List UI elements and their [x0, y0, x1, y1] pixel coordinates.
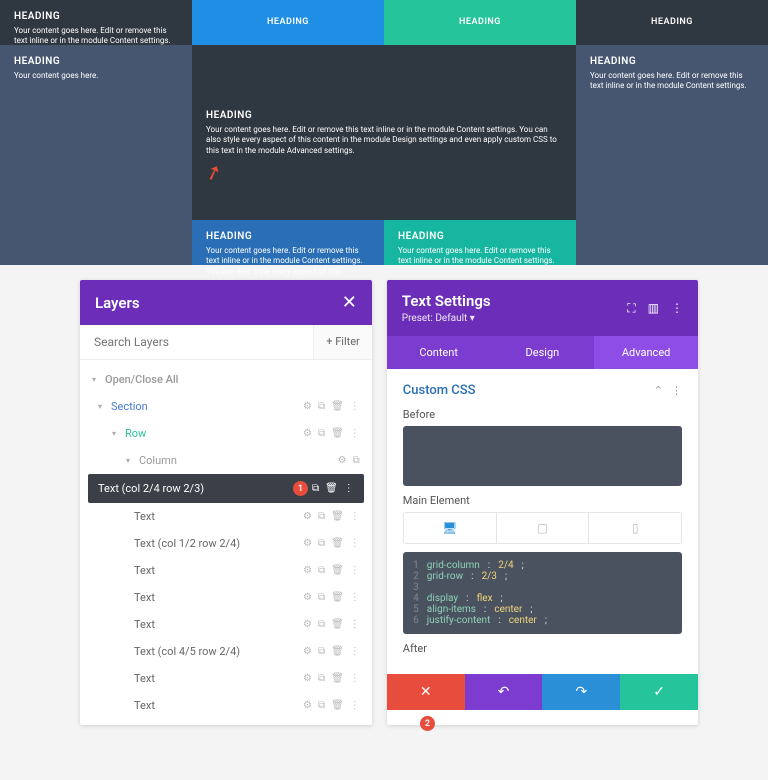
open-close-all[interactable]: ▾Open/Close All: [80, 366, 372, 393]
layers-title: Layers: [95, 294, 140, 312]
grid-cell: HEADINGYour content goes here. Edit or r…: [576, 45, 768, 220]
tree-text[interactable]: Text⚙⧉🗑⋮: [80, 557, 372, 584]
main-element-label: Main Element: [403, 494, 682, 507]
custom-css-heading: Custom CSS: [403, 383, 476, 398]
gear-icon[interactable]: ⚙: [338, 455, 347, 466]
cancel-button[interactable]: ✕: [387, 674, 465, 710]
tree-text[interactable]: Text⚙⧉🗑⋮: [80, 584, 372, 611]
duplicate-icon[interactable]: ⧉: [318, 428, 325, 439]
duplicate-icon[interactable]: ⧉: [312, 483, 319, 494]
redo-button[interactable]: ↷: [542, 674, 620, 710]
badge-1: 1: [293, 481, 308, 496]
tree-text[interactable]: Text (col 1/2 row 2/4)⚙⧉🗑⋮: [80, 530, 372, 557]
more-icon[interactable]: ⋮: [671, 301, 683, 316]
undo-button[interactable]: ↶: [465, 674, 543, 710]
settings-title: Text Settings: [402, 292, 491, 310]
tab-advanced[interactable]: Advanced: [594, 336, 698, 369]
tree-section[interactable]: ▾Section⚙⧉🗑⋮: [80, 393, 372, 420]
trash-icon[interactable]: 🗑: [331, 428, 344, 439]
main-element-editor[interactable]: 1grid-column: 2/4; 2grid-row: 2/3; 3 4di…: [403, 552, 682, 634]
layers-header: Layers ✕: [80, 280, 372, 325]
device-tablet[interactable]: ▢: [497, 513, 590, 543]
badge-2: 2: [420, 716, 435, 731]
tree-text[interactable]: Text (col 4/5 row 2/4)⚙⧉🗑⋮: [80, 638, 372, 665]
duplicate-icon[interactable]: ⧉: [318, 401, 325, 412]
after-label: After: [403, 642, 682, 655]
tab-content[interactable]: Content: [387, 336, 491, 369]
grid-cell: HEADING: [192, 0, 384, 45]
grid-cell: HEADINGYour content goes here. Edit or r…: [384, 220, 576, 265]
before-editor[interactable]: [403, 426, 682, 486]
preview-grid: HEADINGYour content goes here. Edit or r…: [0, 0, 768, 265]
trash-icon[interactable]: 🗑: [331, 401, 344, 412]
gear-icon[interactable]: ⚙: [303, 401, 312, 412]
duplicate-icon[interactable]: ⧉: [353, 455, 360, 466]
tree-text[interactable]: Text⚙⧉🗑⋮: [80, 665, 372, 692]
layer-tree: ▾Open/Close All ▾Section⚙⧉🗑⋮ ▾Row⚙⧉🗑⋮ ▾C…: [80, 360, 372, 725]
grid-icon[interactable]: ▥: [648, 301, 659, 316]
grid-cell: HEADING: [576, 0, 768, 45]
settings-tabs: Content Design Advanced: [387, 336, 698, 369]
grid-cell: [0, 220, 192, 265]
before-label: Before: [403, 408, 682, 421]
tree-text[interactable]: Text⚙⧉🗑⋮: [80, 692, 372, 719]
save-button[interactable]: ✓: [620, 674, 698, 710]
grid-cell: HEADINGYour content goes here.: [0, 45, 192, 220]
grid-cell: HEADING: [384, 0, 576, 45]
more-icon[interactable]: ⋮: [350, 401, 360, 412]
tree-row[interactable]: ▾Row⚙⧉🗑⋮: [80, 420, 372, 447]
tab-design[interactable]: Design: [491, 336, 595, 369]
tree-text[interactable]: Text⚙⧉🗑⋮: [80, 503, 372, 530]
expand-icon[interactable]: ⛶: [627, 301, 635, 316]
preset-selector[interactable]: Preset: Default ▾: [402, 313, 491, 324]
grid-cell: [576, 220, 768, 265]
trash-icon[interactable]: 🗑: [325, 483, 338, 494]
footer-actions: ✕ ↶ ↷ ✓: [387, 674, 698, 710]
device-phone[interactable]: ▯: [589, 513, 681, 543]
chevron-up-icon[interactable]: ⌃: [654, 384, 663, 397]
layers-panel: Layers ✕ + Filter ▾Open/Close All ▾Secti…: [80, 280, 372, 725]
tree-text-selected[interactable]: Text (col 2/4 row 2/3)1⧉🗑⋮: [88, 474, 364, 503]
filter-button[interactable]: + Filter: [313, 325, 372, 359]
grid-cell: HEADINGYour content goes here. Edit or r…: [192, 220, 384, 265]
tree-text[interactable]: Text⚙⧉🗑⋮: [80, 611, 372, 638]
more-icon[interactable]: ⋮: [344, 483, 354, 494]
search-input[interactable]: [80, 325, 313, 359]
tree-column[interactable]: ▾Column⚙⧉: [80, 447, 372, 474]
settings-header: Text Settings Preset: Default ▾ ⛶ ▥ ⋮: [387, 280, 698, 336]
more-icon[interactable]: ⋮: [350, 428, 360, 439]
device-desktop[interactable]: 🖥: [404, 513, 497, 543]
settings-panel: Text Settings Preset: Default ▾ ⛶ ▥ ⋮ Co…: [387, 280, 698, 725]
gear-icon[interactable]: ⚙: [303, 428, 312, 439]
more-icon[interactable]: ⋮: [671, 384, 682, 397]
grid-cell: HEADINGYour content goes here. Edit or r…: [0, 0, 192, 45]
grid-cell-main: HEADINGYour content goes here. Edit or r…: [192, 45, 576, 220]
close-icon[interactable]: ✕: [342, 292, 357, 313]
